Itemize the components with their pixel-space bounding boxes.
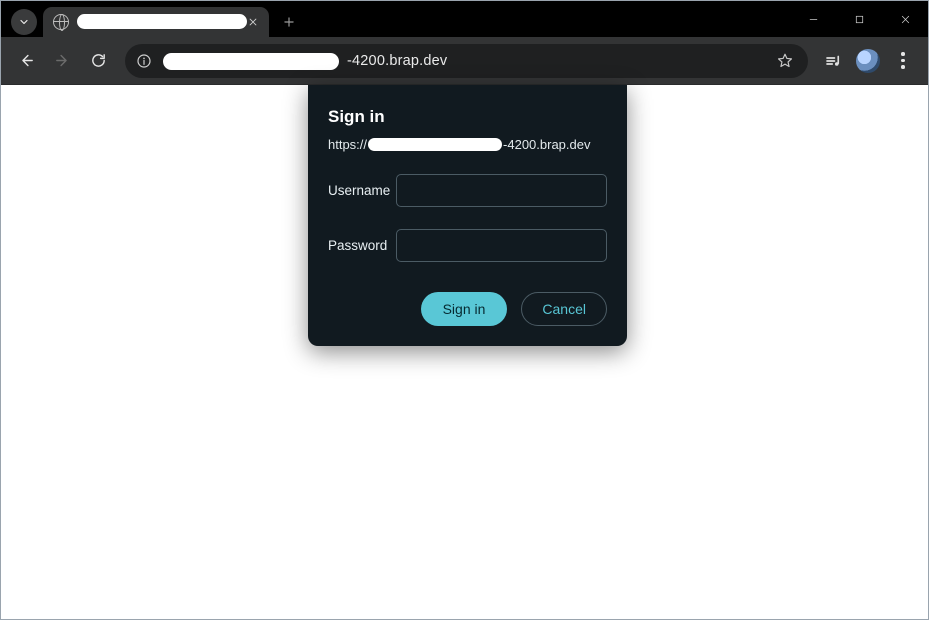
- dialog-host: https:// -4200.brap.dev: [328, 137, 607, 152]
- kebab-dot-icon: [901, 52, 905, 56]
- address-bar[interactable]: -4200.brap.dev: [125, 44, 808, 78]
- maximize-icon: [854, 14, 865, 25]
- chevron-down-icon: [18, 16, 30, 28]
- url-visible-suffix: -4200.brap.dev: [347, 53, 447, 69]
- arrow-left-icon: [18, 52, 35, 69]
- window-minimize-button[interactable]: [790, 1, 836, 37]
- window-controls: [790, 1, 928, 37]
- close-icon: [248, 17, 258, 27]
- tab-search-button[interactable]: [11, 9, 37, 35]
- signin-button[interactable]: Sign in: [421, 292, 508, 326]
- reload-button[interactable]: [81, 44, 115, 78]
- new-tab-button[interactable]: [275, 8, 303, 36]
- kebab-dot-icon: [901, 59, 905, 63]
- plus-icon: [282, 15, 296, 29]
- window-maximize-button[interactable]: [836, 1, 882, 37]
- arrow-right-icon: [54, 52, 71, 69]
- kebab-dot-icon: [901, 65, 905, 69]
- globe-icon: [53, 14, 69, 30]
- window-close-button[interactable]: [882, 1, 928, 37]
- dialog-actions: Sign in Cancel: [328, 292, 607, 326]
- bookmark-button[interactable]: [772, 48, 798, 74]
- dialog-host-prefix: https://: [328, 137, 367, 152]
- close-icon: [900, 14, 911, 25]
- back-button[interactable]: [9, 44, 43, 78]
- info-icon: [136, 53, 152, 69]
- profile-avatar[interactable]: [856, 49, 880, 73]
- tab-active[interactable]: [43, 7, 269, 37]
- tab-title-masked: [77, 14, 247, 29]
- music-note-icon: [824, 52, 842, 70]
- dialog-host-masked: [368, 138, 502, 151]
- tab-close-button[interactable]: [245, 14, 261, 30]
- browser-menu-button[interactable]: [886, 44, 920, 78]
- star-icon: [776, 52, 794, 70]
- password-label: Password: [328, 238, 396, 253]
- titlebar: [1, 1, 928, 37]
- browser-window: -4200.brap.dev Sign in https:// -4: [0, 0, 929, 620]
- forward-button[interactable]: [45, 44, 79, 78]
- username-label: Username: [328, 183, 396, 198]
- cancel-button[interactable]: Cancel: [521, 292, 607, 326]
- password-input[interactable]: [396, 229, 607, 262]
- reload-icon: [90, 52, 107, 69]
- site-info-button[interactable]: [133, 50, 155, 72]
- toolbar: -4200.brap.dev: [1, 37, 928, 85]
- username-row: Username: [328, 174, 607, 207]
- url-masked-segment: [163, 53, 339, 70]
- page-content: Sign in https:// -4200.brap.dev Username…: [1, 85, 928, 619]
- media-control-button[interactable]: [816, 44, 850, 78]
- dialog-host-suffix: -4200.brap.dev: [503, 137, 590, 152]
- minimize-icon: [808, 14, 819, 25]
- password-row: Password: [328, 229, 607, 262]
- username-input[interactable]: [396, 174, 607, 207]
- dialog-title: Sign in: [328, 107, 607, 127]
- tabs-area: [1, 1, 303, 37]
- http-auth-dialog: Sign in https:// -4200.brap.dev Username…: [308, 85, 627, 346]
